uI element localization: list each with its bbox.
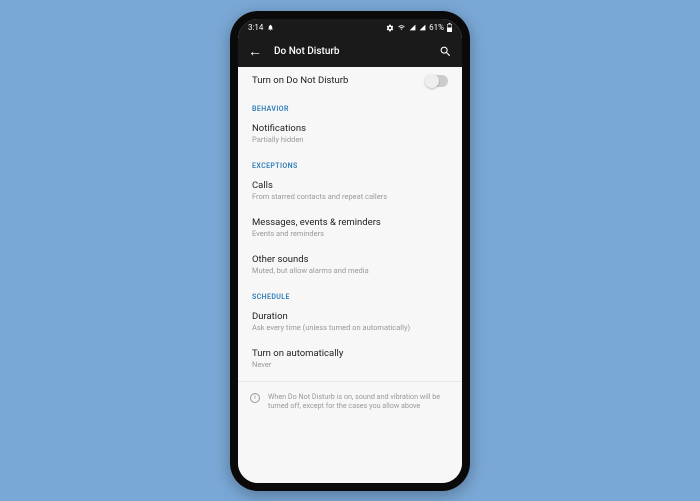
battery-icon — [447, 23, 452, 32]
row-subtitle: Muted, but allow alarms and media — [252, 266, 448, 275]
dnd-toggle-switch[interactable] — [426, 75, 448, 87]
search-icon[interactable] — [439, 45, 452, 58]
row-title: Notifications — [252, 123, 448, 134]
notification-icon — [267, 24, 274, 31]
row-turn-on-automatically[interactable]: Turn on automatically Never — [238, 340, 462, 377]
back-arrow-icon[interactable]: ← — [248, 45, 262, 59]
toggle-dnd-label: Turn on Do Not Disturb — [252, 75, 426, 86]
row-subtitle: Events and reminders — [252, 229, 448, 238]
row-title: Duration — [252, 311, 448, 322]
row-notifications[interactable]: Notifications Partially hidden — [238, 115, 462, 152]
row-other-sounds[interactable]: Other sounds Muted, but allow alarms and… — [238, 246, 462, 283]
signal-icon — [409, 24, 416, 31]
section-header-exceptions: EXCEPTIONS — [238, 152, 462, 172]
signal-icon-2 — [419, 24, 426, 31]
phone-frame: 3:14 61% — [230, 11, 470, 491]
row-title: Turn on automatically — [252, 348, 448, 359]
status-bar: 3:14 61% — [238, 19, 462, 37]
toggle-dnd-row[interactable]: Turn on Do Not Disturb — [238, 67, 462, 95]
settings-list: Turn on Do Not Disturb BEHAVIOR Notifica… — [238, 67, 462, 483]
info-icon: i — [250, 393, 260, 403]
row-subtitle: Ask every time (unless turned on automat… — [252, 323, 448, 332]
status-time: 3:14 — [248, 23, 263, 32]
row-calls[interactable]: Calls From starred contacts and repeat c… — [238, 172, 462, 209]
row-messages-events-reminders[interactable]: Messages, events & reminders Events and … — [238, 209, 462, 246]
row-title: Messages, events & reminders — [252, 217, 448, 228]
section-header-schedule: SCHEDULE — [238, 283, 462, 303]
footer-note: i When Do Not Disturb is on, sound and v… — [238, 381, 462, 425]
settings-status-icon — [386, 24, 394, 32]
row-subtitle: From starred contacts and repeat callers — [252, 192, 448, 201]
row-title: Other sounds — [252, 254, 448, 265]
row-subtitle: Never — [252, 360, 448, 369]
app-bar: ← Do Not Disturb — [238, 37, 462, 67]
battery-pct: 61% — [429, 23, 444, 32]
wifi-icon — [397, 24, 406, 31]
row-title: Calls — [252, 180, 448, 191]
row-subtitle: Partially hidden — [252, 135, 448, 144]
app-bar-title: Do Not Disturb — [274, 46, 427, 57]
screen: 3:14 61% — [238, 19, 462, 483]
footer-text: When Do Not Disturb is on, sound and vib… — [268, 392, 450, 411]
row-duration[interactable]: Duration Ask every time (unless turned o… — [238, 303, 462, 340]
section-header-behavior: BEHAVIOR — [238, 95, 462, 115]
